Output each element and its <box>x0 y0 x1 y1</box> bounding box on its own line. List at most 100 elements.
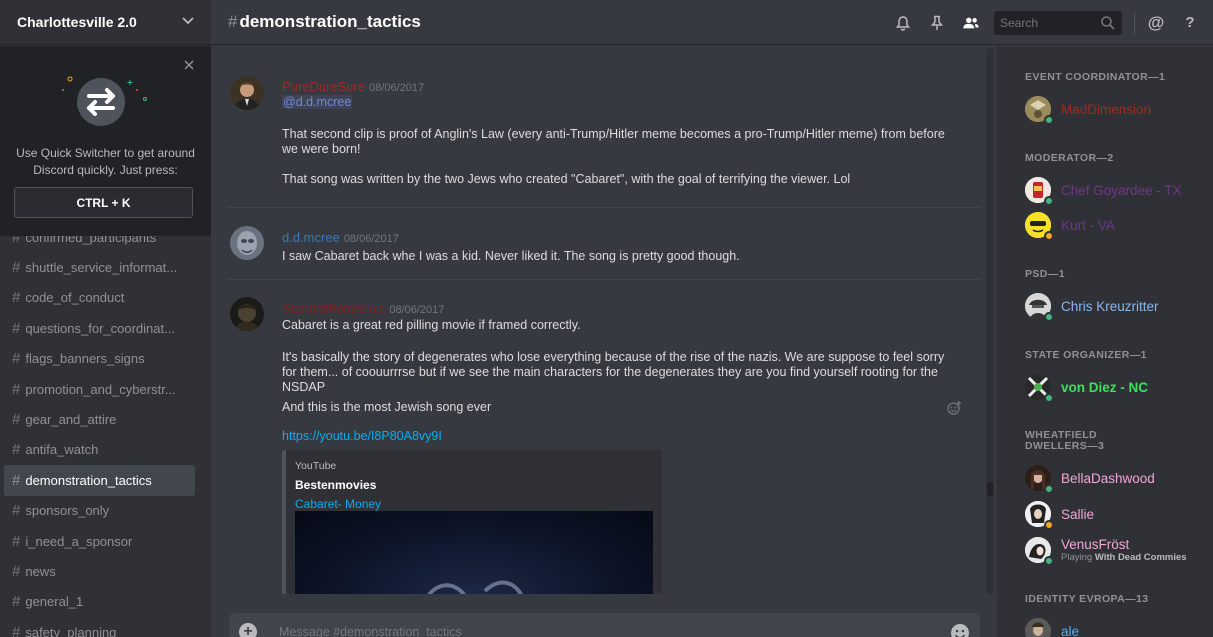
member-name: Kurt - VA <box>1061 217 1115 233</box>
header-toolbar: @ ? <box>886 0 1213 45</box>
hash-icon: # <box>12 441 21 459</box>
channel-sidebar: Charlottesville 2.0 Use Quick Switcher t… <box>0 0 211 637</box>
timestamp: 08/06/2017 <box>389 304 445 316</box>
channel-item[interactable]: # sponsors_only <box>4 496 195 526</box>
embed-author[interactable]: Bestenmovies <box>295 478 376 492</box>
avatar[interactable] <box>230 226 264 260</box>
member-info: Chris Kreuzritter <box>1061 299 1159 314</box>
channel-item[interactable]: # safety_planning <box>4 617 195 637</box>
member-name: Chris Kreuzritter <box>1061 298 1159 314</box>
hash-icon: # <box>228 12 238 31</box>
message-text: I saw Cabaret back whe I was a kid. Neve… <box>282 249 740 263</box>
message-header: Stannisthemannis 08/06/2017 <box>282 300 980 316</box>
pin-icon[interactable] <box>928 14 946 32</box>
close-icon[interactable] <box>184 57 194 74</box>
member-item[interactable]: Chef Goyardee - TX <box>1025 174 1182 206</box>
username[interactable]: d.d.mcree <box>282 230 340 245</box>
upload-plus-icon[interactable]: + <box>239 623 257 637</box>
username[interactable]: Stannisthemannis <box>282 301 385 316</box>
member-name: Chef Goyardee - TX <box>1061 182 1182 198</box>
channel-item[interactable]: # gear_and_attire <box>4 404 195 434</box>
member-item[interactable]: BellaDashwood <box>1025 462 1155 494</box>
role-header: IDENTITY EVROPA—13 <box>1025 593 1149 605</box>
add-reaction-icon[interactable] <box>946 400 962 416</box>
member-item[interactable]: Sallie <box>1025 498 1094 530</box>
channel-item[interactable]: # news <box>4 556 195 586</box>
message-text: That song was written by the two Jews wh… <box>282 172 851 186</box>
message-group: Stannisthemannis 08/06/2017 Cabaret is a … <box>228 279 980 594</box>
member-item[interactable]: VenusFröst Playing With Dead Commies <box>1025 534 1187 566</box>
channel-name: safety_planning <box>25 624 117 637</box>
channel-item[interactable]: # promotion_and_cyberstr... <box>4 374 195 404</box>
message-group: PureDureSure 08/06/2017 @d.d.mcree That s… <box>228 70 980 220</box>
channel-item[interactable]: # i_need_a_sponsor <box>4 526 195 556</box>
channel-item[interactable]: # questions_for_coordinat... <box>4 313 195 343</box>
status-online-indicator <box>1044 312 1054 322</box>
server-header[interactable]: Charlottesville 2.0 <box>0 0 211 45</box>
message-composer: + <box>229 613 980 637</box>
channel-name: news <box>25 563 56 579</box>
channel-item[interactable]: # code_of_conduct <box>4 283 195 313</box>
message-header: d.d.mcree 08/06/2017 <box>282 229 980 245</box>
channel-item[interactable]: # general_1 <box>4 587 195 617</box>
hash-icon: # <box>12 259 21 277</box>
hash-icon: # <box>12 380 21 398</box>
message-group: d.d.mcree 08/06/2017 I saw Cabaret back w… <box>228 207 980 279</box>
member-info: BellaDashwood <box>1061 471 1155 486</box>
channel-name: general_1 <box>25 594 84 610</box>
message-input[interactable] <box>279 621 879 637</box>
bell-icon[interactable] <box>894 14 912 32</box>
channel-item[interactable]: # antifa_watch <box>4 435 195 465</box>
avatar[interactable] <box>230 76 264 110</box>
member-item[interactable]: von Diez - NC <box>1025 371 1148 403</box>
hash-icon: # <box>12 623 21 637</box>
embed-video-thumbnail[interactable] <box>295 511 653 594</box>
username[interactable]: PureDureSure <box>282 79 365 94</box>
channel-item[interactable]: # shuttle_service_informat... <box>4 252 195 282</box>
chevron-down-icon[interactable] <box>182 16 194 28</box>
role-header: STATE ORGANIZER—1 <box>1025 349 1147 361</box>
activity-name: With Dead Commies <box>1094 552 1187 563</box>
channel-name: questions_for_coordinat... <box>25 320 175 336</box>
member-item[interactable]: MadDimension <box>1025 93 1151 125</box>
mention-icon[interactable]: @ <box>1147 13 1165 32</box>
channel-item-active[interactable]: # demonstration_tactics <box>4 465 195 496</box>
channel-name: gear_and_attire <box>25 412 117 428</box>
user-mention[interactable]: @d.d.mcree <box>282 95 353 109</box>
member-item[interactable]: Chris Kreuzritter <box>1025 290 1159 322</box>
help-icon[interactable]: ? <box>1181 14 1199 32</box>
member-item[interactable]: ale <box>1025 615 1079 637</box>
timestamp: 08/06/2017 <box>343 233 399 245</box>
quick-switcher-shortcut-button[interactable]: CTRL + K <box>14 187 193 218</box>
status-idle-indicator <box>1044 520 1054 530</box>
message-list: PureDureSure 08/06/2017 @d.d.mcree That s… <box>211 46 996 594</box>
role-header: MODERATOR—2 <box>1025 152 1114 164</box>
member-name: VenusFröst <box>1061 537 1130 552</box>
search-box[interactable] <box>994 10 1122 35</box>
message-body: Stannisthemannis 08/06/2017 Cabaret is a … <box>282 300 980 594</box>
message-body: PureDureSure 08/06/2017 @d.d.mcree That s… <box>282 78 980 186</box>
channel-name: antifa_watch <box>25 442 99 458</box>
channel-name: promotion_and_cyberstr... <box>25 381 176 397</box>
search-icon <box>1101 15 1115 30</box>
members-icon[interactable] <box>962 14 980 32</box>
channel-name: i_need_a_sponsor <box>25 533 133 549</box>
message-scrollbar-thumb[interactable] <box>987 482 993 496</box>
avatar <box>1025 374 1054 403</box>
message-link[interactable]: https://youtu.be/I8P80A8vy9I <box>282 429 442 443</box>
message-scrollbar-track[interactable] <box>986 48 994 594</box>
member-item[interactable]: Kurt - VA <box>1025 209 1115 241</box>
avatar <box>1025 177 1054 206</box>
status-online-indicator <box>1044 196 1054 206</box>
status-online-indicator <box>1044 556 1054 566</box>
embed-title[interactable]: Cabaret- Money <box>295 497 381 511</box>
channel-item[interactable]: # flags_banners_signs <box>4 344 195 374</box>
quick-switcher-text: Use Quick Switcher to get around Discord… <box>16 146 195 177</box>
emoji-picker-icon[interactable] <box>950 623 970 637</box>
role-header: PSD—1 <box>1025 268 1065 280</box>
member-activity: Playing With Dead Commies <box>1061 552 1187 563</box>
member-name: ale <box>1061 623 1080 637</box>
avatar[interactable] <box>230 297 264 331</box>
server-name: Charlottesville 2.0 <box>17 14 137 30</box>
hash-icon: # <box>12 532 21 550</box>
